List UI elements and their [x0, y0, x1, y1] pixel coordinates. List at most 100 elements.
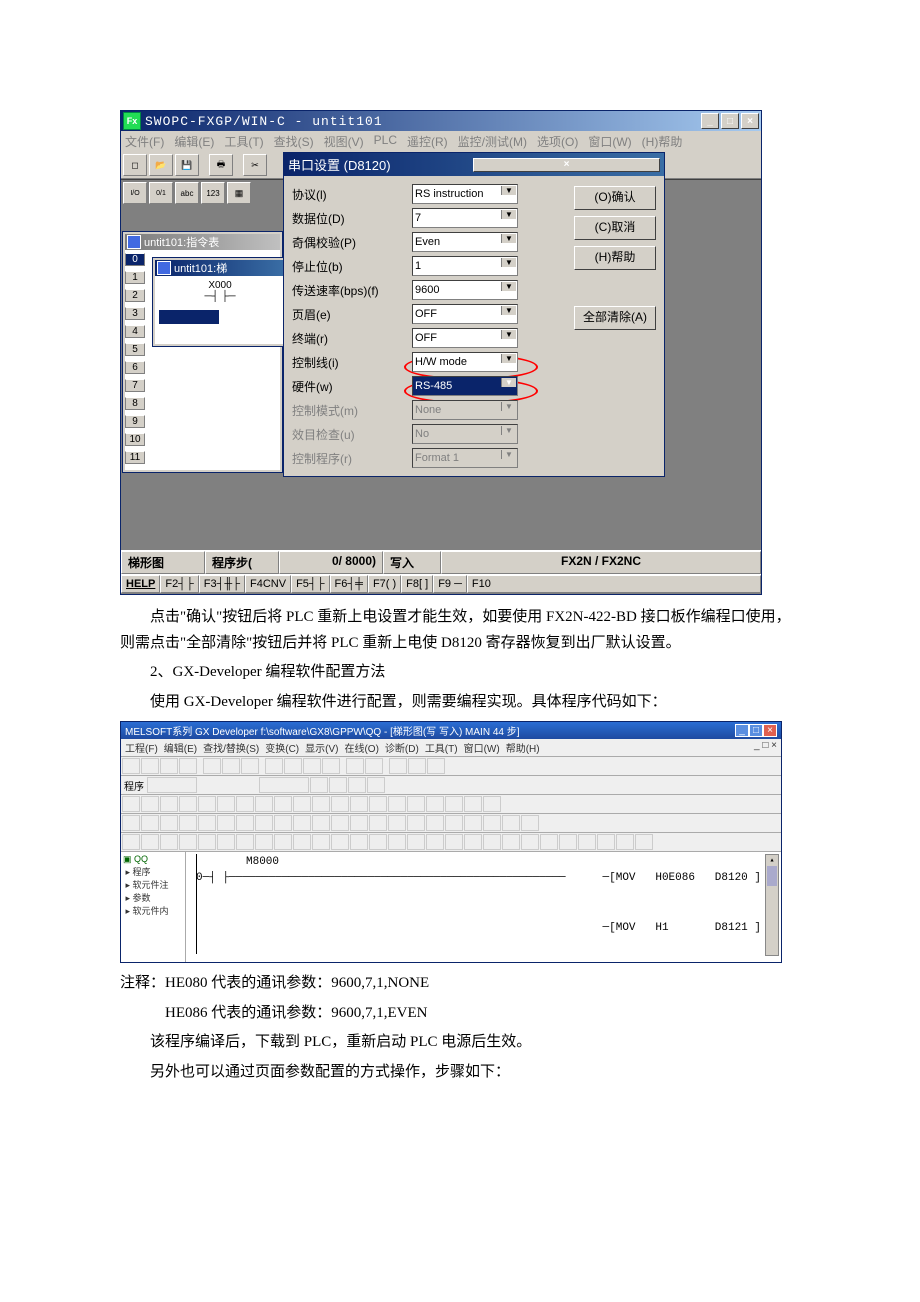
dialog-select[interactable]: RS-485 — [412, 376, 518, 396]
tool-abc-icon[interactable]: abc — [175, 182, 199, 204]
dialog-select[interactable]: RS instruction — [412, 184, 518, 204]
gx-ladder-view[interactable]: M8000 0─┤ ├─────────────────────────────… — [186, 852, 781, 962]
dialog-titlebar[interactable]: 串口设置 (D8120) × — [284, 153, 664, 176]
status-step-value: 0/ 8000) — [279, 551, 383, 574]
dialog-select[interactable]: OFF — [412, 328, 518, 348]
mdi-ladder[interactable]: untit101:梯 X000 ─┤ ├─ — [153, 258, 287, 346]
menu-help[interactable]: (H)帮助 — [642, 133, 683, 150]
open-icon[interactable]: 📂 — [149, 154, 173, 176]
ok-button[interactable]: (O)确认 — [574, 186, 656, 210]
gx-project-tree[interactable]: ▣ QQ ▸ 程序 ▸ 软元件注 ▸ 参数 ▸ 软元件内 — [121, 852, 186, 962]
app-icon: Fx — [123, 112, 141, 130]
gx-menu-edit[interactable]: 编辑(E) — [164, 740, 197, 755]
ladder-row-num[interactable]: 5 — [125, 343, 145, 356]
gx-menu-find[interactable]: 查找/替换(S) — [203, 740, 259, 755]
help-button[interactable]: (H)帮助 — [574, 246, 656, 270]
dialog-row-0: 协议(l)RS instruction — [292, 182, 568, 206]
ladder-row-num[interactable]: 6 — [125, 361, 145, 374]
gx-toolbar-4[interactable] — [121, 814, 781, 833]
gx-menu-project[interactable]: 工程(F) — [125, 740, 158, 755]
cut-icon[interactable]: ✂ — [243, 154, 267, 176]
status-mode: 梯形图 — [121, 551, 205, 574]
scrollbar[interactable]: ▴ — [765, 854, 779, 956]
fn-f4[interactable]: F4CNV — [245, 575, 291, 593]
maximize-icon[interactable]: □ — [721, 113, 739, 129]
titlebar[interactable]: Fx SWOPC-FXGP/WIN-C - untit101 _ □ × — [121, 111, 761, 131]
dialog-select[interactable]: 9600 — [412, 280, 518, 300]
menu-edit[interactable]: 编辑(E) — [174, 133, 214, 150]
gx-toolbar-1[interactable] — [121, 757, 781, 776]
save-icon[interactable]: 💾 — [175, 154, 199, 176]
status-step-label: 程序步( — [205, 551, 279, 574]
dialog-row-8: 硬件(w)RS-485 — [292, 374, 568, 398]
fn-f5[interactable]: F5┤├ — [291, 575, 329, 593]
gx-menu-tools[interactable]: 工具(T) — [425, 740, 458, 755]
menu-file[interactable]: 文件(F) — [125, 133, 164, 150]
tool-123-icon[interactable]: 123 — [201, 182, 225, 204]
para-compile: 该程序编译后，下载到 PLC，重新启动 PLC 电源后生效。 — [120, 1030, 800, 1056]
new-icon[interactable]: ◻ — [123, 154, 147, 176]
fn-f6[interactable]: F6┤╪ — [330, 575, 368, 593]
ladder-row-num[interactable]: 9 — [125, 415, 145, 428]
gx-child-close-icon[interactable]: _ □ × — [754, 740, 777, 755]
dialog-select[interactable]: OFF — [412, 304, 518, 324]
ladder-row-num[interactable]: 3 — [125, 307, 145, 320]
dialog-select[interactable]: Even — [412, 232, 518, 252]
ladder-row-num[interactable]: 11 — [125, 451, 145, 464]
ladder-row-num[interactable]: 4 — [125, 325, 145, 338]
gx-menu-help[interactable]: 帮助(H) — [506, 740, 540, 755]
para-confirm: 点击"确认"按钮后将 PLC 重新上电设置才能生效，如要使用 FX2N-422-… — [120, 605, 800, 656]
ladder-row-num[interactable]: 10 — [125, 433, 145, 446]
close-icon[interactable]: × — [741, 113, 759, 129]
dialog-select[interactable]: H/W mode — [412, 352, 518, 372]
gx-max-icon[interactable]: □ — [749, 724, 763, 737]
menu-plc[interactable]: PLC — [374, 133, 397, 150]
fn-f9[interactable]: F9 ─ — [433, 575, 467, 593]
ladder-row-num[interactable]: 7 — [125, 379, 145, 392]
print-icon[interactable]: 🖶 — [209, 154, 233, 176]
fn-f8[interactable]: F8[ ] — [401, 575, 433, 593]
ladder-cursor[interactable] — [159, 310, 219, 324]
ladder-row-num[interactable]: 1 — [125, 271, 145, 284]
gx-menu-convert[interactable]: 变换(C) — [265, 740, 299, 755]
dialog-close-icon[interactable]: × — [473, 158, 660, 172]
gx-toolbar-3[interactable] — [121, 795, 781, 814]
fn-f3[interactable]: F3┤╫├ — [199, 575, 245, 593]
menu-remote[interactable]: 遥控(R) — [407, 133, 448, 150]
fn-help[interactable]: HELP — [121, 575, 160, 593]
menu-bar[interactable]: 文件(F) 编辑(E) 工具(T) 查找(S) 视图(V) PLC 遥控(R) … — [121, 131, 761, 152]
ladder-row-num[interactable]: 0 — [125, 253, 145, 266]
tool-io-icon[interactable]: I/O — [123, 182, 147, 204]
menu-monitor[interactable]: 监控/测试(M) — [458, 133, 527, 150]
dialog-select[interactable]: 7 — [412, 208, 518, 228]
gx-toolbar-2[interactable]: 程序 — [121, 776, 781, 795]
gx-toolbar-5[interactable] — [121, 833, 781, 852]
menu-options[interactable]: 选项(O) — [537, 133, 578, 150]
fn-f10[interactable]: F10 — [467, 575, 761, 593]
gx-menu-online[interactable]: 在线(O) — [344, 740, 378, 755]
gx-menu-bar[interactable]: 工程(F) 编辑(E) 查找/替换(S) 变换(C) 显示(V) 在线(O) 诊… — [121, 739, 781, 757]
gx-menu-diag[interactable]: 诊断(D) — [385, 740, 419, 755]
minimize-icon[interactable]: _ — [701, 113, 719, 129]
fn-f2[interactable]: F2┤├ — [160, 575, 198, 593]
menu-find[interactable]: 查找(S) — [274, 133, 314, 150]
menu-view[interactable]: 视图(V) — [324, 133, 364, 150]
dialog-label: 控制模式(m) — [292, 402, 408, 419]
fn-f7[interactable]: F7( ) — [368, 575, 401, 593]
gx-menu-window[interactable]: 窗口(W) — [464, 740, 500, 755]
dialog-select[interactable]: 1 — [412, 256, 518, 276]
gx-close-icon[interactable]: × — [763, 724, 777, 737]
gx-developer-window: MELSOFT系列 GX Developer f:\software\GX8\G… — [120, 721, 782, 963]
gx-titlebar[interactable]: MELSOFT系列 GX Developer f:\software\GX8\G… — [121, 722, 781, 739]
tool-grid-icon[interactable]: ▦ — [227, 182, 251, 204]
clear-all-button[interactable]: 全部清除(A) — [574, 306, 656, 330]
gx-min-icon[interactable]: _ — [735, 724, 749, 737]
dialog-label: 停止位(b) — [292, 258, 408, 275]
tool-bit-icon[interactable]: 0/1 — [149, 182, 173, 204]
menu-tools[interactable]: 工具(T) — [224, 133, 263, 150]
menu-window[interactable]: 窗口(W) — [588, 133, 631, 150]
gx-menu-view[interactable]: 显示(V) — [305, 740, 338, 755]
ladder-row-num[interactable]: 8 — [125, 397, 145, 410]
ladder-row-num[interactable]: 2 — [125, 289, 145, 302]
cancel-button[interactable]: (C)取消 — [574, 216, 656, 240]
